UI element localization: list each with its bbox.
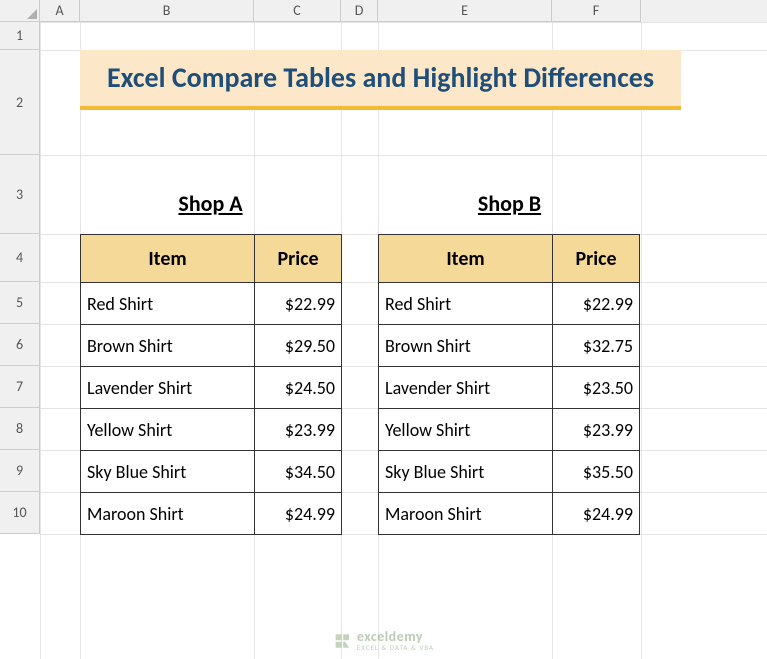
cell-item[interactable]: Brown Shirt [81,325,255,367]
table-header-row: Item Price [379,235,640,283]
column-header-A[interactable]: A [40,0,80,22]
cell-item[interactable]: Maroon Shirt [81,493,255,535]
cell-price[interactable]: $22.99 [553,283,640,325]
cell-item[interactable]: Red Shirt [81,283,255,325]
cell-item[interactable]: Lavender Shirt [379,367,553,409]
column-header-F[interactable]: F [552,0,641,22]
watermark-main: exceldemy [357,630,434,644]
column-headers: ABCDEF [40,0,767,22]
cell-price[interactable]: $22.99 [255,283,342,325]
table-row: Brown Shirt$32.75 [379,325,640,367]
table-row: Maroon Shirt$24.99 [379,493,640,535]
cell-price[interactable]: $35.50 [553,451,640,493]
cell-item[interactable]: Yellow Shirt [379,409,553,451]
column-header-D[interactable]: D [341,0,378,22]
table-row: Lavender Shirt$23.50 [379,367,640,409]
cell-price[interactable]: $34.50 [255,451,342,493]
shop-b-table: Item Price Red Shirt$22.99Brown Shirt$32… [378,234,640,535]
cell-item[interactable]: Sky Blue Shirt [379,451,553,493]
header-price[interactable]: Price [255,235,342,283]
cell-price[interactable]: $24.99 [255,493,342,535]
table-row: Yellow Shirt$23.99 [379,409,640,451]
table-row: Maroon Shirt$24.99 [81,493,342,535]
header-item[interactable]: Item [379,235,553,283]
column-header-B[interactable]: B [80,0,254,22]
row-header-9[interactable]: 9 [0,450,40,492]
row-header-2[interactable]: 2 [0,50,40,155]
row-header-3[interactable]: 3 [0,155,40,234]
cell-price[interactable]: $23.99 [255,409,342,451]
row-header-6[interactable]: 6 [0,324,40,366]
watermark-logo-icon [333,632,351,650]
table-row: Red Shirt$22.99 [81,283,342,325]
shop-a-table: Item Price Red Shirt$22.99Brown Shirt$29… [80,234,342,535]
cell-item[interactable]: Brown Shirt [379,325,553,367]
cell-price[interactable]: $24.99 [553,493,640,535]
table-row: Brown Shirt$29.50 [81,325,342,367]
shop-a-label: Shop A [80,190,341,217]
cell-price[interactable]: $23.50 [553,367,640,409]
watermark-sub: EXCEL & DATA & VBA [357,644,434,651]
column-header-E[interactable]: E [378,0,552,22]
table-row: Lavender Shirt$24.50 [81,367,342,409]
cell-price[interactable]: $24.50 [255,367,342,409]
cell-price[interactable]: $29.50 [255,325,342,367]
title-underline [80,106,681,110]
title-area: Excel Compare Tables and Highlight Diffe… [80,50,681,150]
row-headers: 12345678910 [0,22,40,534]
watermark: exceldemy EXCEL & DATA & VBA [333,630,434,651]
cell-item[interactable]: Maroon Shirt [379,493,553,535]
page-title: Excel Compare Tables and Highlight Diffe… [80,50,681,106]
row-header-1[interactable]: 1 [0,22,40,50]
cell-price[interactable]: $23.99 [553,409,640,451]
column-header-C[interactable]: C [254,0,341,22]
cell-price[interactable]: $32.75 [553,325,640,367]
cell-item[interactable]: Sky Blue Shirt [81,451,255,493]
cell-item[interactable]: Yellow Shirt [81,409,255,451]
row-header-4[interactable]: 4 [0,234,40,282]
header-item[interactable]: Item [81,235,255,283]
shop-b-label: Shop B [378,190,641,217]
table-row: Yellow Shirt$23.99 [81,409,342,451]
table-header-row: Item Price [81,235,342,283]
cell-item[interactable]: Lavender Shirt [81,367,255,409]
row-header-8[interactable]: 8 [0,408,40,450]
header-price[interactable]: Price [553,235,640,283]
cell-item[interactable]: Red Shirt [379,283,553,325]
row-header-7[interactable]: 7 [0,366,40,408]
table-row: Sky Blue Shirt$34.50 [81,451,342,493]
select-all-triangle[interactable] [0,0,40,22]
row-header-5[interactable]: 5 [0,282,40,324]
table-row: Red Shirt$22.99 [379,283,640,325]
table-row: Sky Blue Shirt$35.50 [379,451,640,493]
row-header-10[interactable]: 10 [0,492,40,534]
